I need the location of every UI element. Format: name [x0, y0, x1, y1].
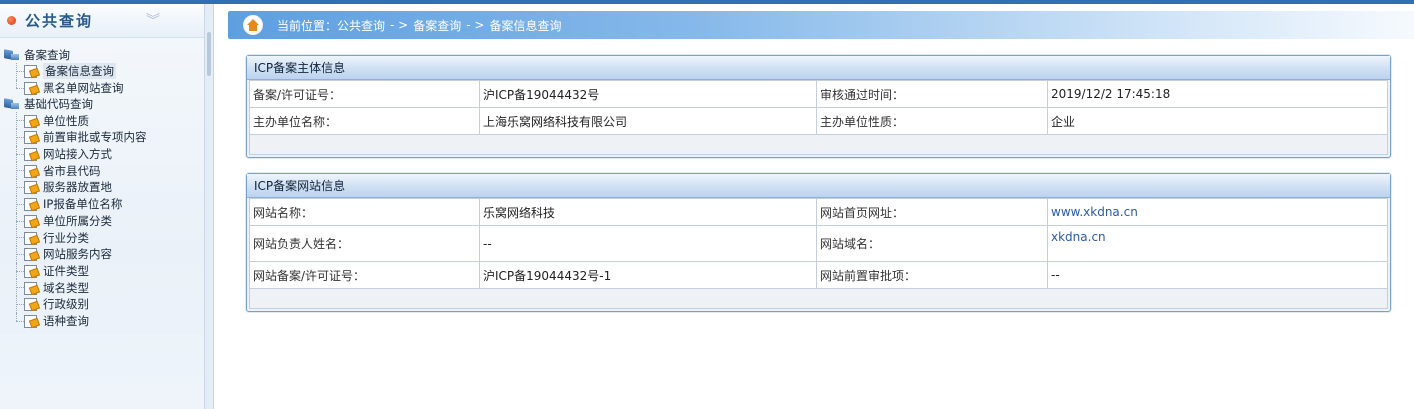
tree-item-domain-type[interactable]: 域名类型	[4, 279, 204, 296]
icp-subject-panel: ICP备案主体信息 备案/许可证号： 沪ICP备19044432号 审核通过时间…	[246, 55, 1391, 158]
site-owner-label: 网站负责人姓名：	[249, 225, 480, 262]
tree-item-label: 网站服务内容	[43, 247, 112, 262]
approval-time-label: 审核通过时间：	[816, 80, 1048, 108]
tree-item-admin-level[interactable]: 行政级别	[4, 295, 204, 313]
page-edit-icon	[24, 214, 38, 228]
tree-group-label: 基础代码查询	[24, 97, 93, 112]
site-license-label: 网站备案/许可证号：	[249, 261, 480, 289]
table-row: 主办单位名称： 上海乐窝网络科技有限公司 主办单位性质： 企业	[249, 107, 1388, 135]
sidebar-splitter[interactable]	[205, 4, 214, 409]
sponsor-name-label: 主办单位名称：	[249, 107, 480, 135]
record-license-value: 沪ICP备19044432号	[479, 80, 817, 108]
sponsor-nature-value: 企业	[1047, 107, 1388, 135]
breadcrumb-separator: - >	[390, 18, 409, 32]
folder-icon	[4, 98, 20, 110]
tree-item-record-info-query[interactable]: 备案信息查询	[4, 63, 204, 80]
page-edit-icon	[24, 314, 38, 328]
site-name-value: 乐窝网络科技	[479, 198, 817, 226]
tree-item-pre-approval[interactable]: 前置审批或专项内容	[4, 129, 204, 146]
tree-item-label: 备案信息查询	[43, 63, 116, 80]
tree-item-label: 语种查询	[43, 313, 89, 328]
panel-title: ICP备案主体信息	[247, 56, 1390, 80]
sidebar: 公共查询 ︾ 备案查询 备案信息查询 黑名单网站查询 基础代码查询 单位性质 前…	[0, 4, 205, 409]
tree-item-label: 网站接入方式	[43, 147, 112, 162]
tree-item-id-type[interactable]: 证件类型	[4, 262, 204, 280]
homepage-url-label: 网站首页网址：	[816, 198, 1048, 226]
page-edit-icon	[24, 298, 38, 312]
tree-item-service-content[interactable]: 网站服务内容	[4, 245, 204, 263]
tree-item-label: 行政级别	[43, 297, 89, 312]
tree-group-basic-code-query[interactable]: 基础代码查询	[4, 96, 204, 112]
tree-item-label: 服务器放置地	[43, 180, 112, 195]
site-name-label: 网站名称：	[249, 198, 480, 226]
sponsor-nature-label: 主办单位性质：	[816, 107, 1048, 135]
tree-item-ip-unit[interactable]: IP报备单位名称	[4, 195, 204, 213]
page-edit-icon	[24, 198, 38, 212]
collapse-chevron-icon[interactable]: ︾	[144, 12, 162, 30]
subject-info-table: 备案/许可证号： 沪ICP备19044432号 审核通过时间： 2019/12/…	[249, 80, 1388, 135]
page-edit-icon	[24, 281, 38, 295]
panel-title: ICP备案网站信息	[247, 174, 1390, 198]
page-edit-icon	[24, 65, 38, 79]
tree-item-language[interactable]: 语种查询	[4, 312, 204, 330]
pre-approval-value: --	[1047, 261, 1388, 289]
page-edit-icon	[24, 181, 38, 195]
sponsor-name-value: 上海乐窝网络科技有限公司	[479, 107, 817, 135]
panel-footer	[249, 289, 1388, 309]
table-row: 网站负责人姓名： -- 网站域名： xkdna.cn	[249, 225, 1388, 262]
sidebar-header: 公共查询 ︾	[0, 4, 204, 38]
page-edit-icon	[24, 82, 38, 96]
tree-group-record-query[interactable]: 备案查询	[4, 47, 204, 63]
panel-footer	[249, 135, 1388, 155]
homepage-url-link[interactable]: www.xkdna.cn	[1047, 198, 1388, 226]
tree-item-label: 单位所属分类	[43, 213, 112, 228]
table-row: 备案/许可证号： 沪ICP备19044432号 审核通过时间： 2019/12/…	[249, 80, 1388, 108]
site-owner-value: --	[479, 225, 817, 262]
tree-item-region-code[interactable]: 省市县代码	[4, 162, 204, 179]
bullet-icon	[7, 16, 16, 25]
tree-item-label: 证件类型	[43, 263, 89, 278]
page-edit-icon	[24, 114, 38, 128]
breadcrumb-separator: - >	[466, 18, 485, 32]
tree-item-label: 行业分类	[43, 230, 89, 245]
tree-group-label: 备案查询	[24, 48, 70, 62]
tree-item-unit-category[interactable]: 单位所属分类	[4, 212, 204, 230]
breadcrumb-record-query[interactable]: 备案查询	[413, 17, 461, 34]
folder-icon	[4, 49, 20, 61]
site-domain-label: 网站域名：	[816, 225, 1048, 262]
approval-time-value: 2019/12/2 17:45:18	[1047, 80, 1388, 108]
nav-tree: 备案查询 备案信息查询 黑名单网站查询 基础代码查询 单位性质 前置审批或专项内…	[0, 38, 204, 329]
tree-item-unit-nature[interactable]: 单位性质	[4, 112, 204, 129]
tree-item-access-method[interactable]: 网站接入方式	[4, 145, 204, 163]
record-license-label: 备案/许可证号：	[249, 80, 480, 108]
page-edit-icon	[24, 131, 38, 145]
table-row: 网站名称： 乐窝网络科技 网站首页网址： www.xkdna.cn	[249, 198, 1388, 226]
tree-item-label: 省市县代码	[43, 163, 101, 178]
page-edit-icon	[24, 148, 38, 162]
pre-approval-label: 网站前置审批项：	[816, 261, 1048, 289]
site-domain-link[interactable]: xkdna.cn	[1047, 225, 1388, 262]
tree-item-label: 域名类型	[43, 280, 89, 295]
tree-item-blacklist-query[interactable]: 黑名单网站查询	[4, 79, 204, 97]
tree-item-label: 单位性质	[43, 113, 89, 128]
site-license-value: 沪ICP备19044432号-1	[479, 261, 817, 289]
splitter-grip-handle[interactable]	[207, 32, 211, 76]
tree-item-label: IP报备单位名称	[43, 197, 123, 212]
page-edit-icon	[24, 264, 38, 278]
home-icon[interactable]	[243, 15, 263, 35]
tree-item-industry[interactable]: 行业分类	[4, 229, 204, 246]
website-info-table: 网站名称： 乐窝网络科技 网站首页网址： www.xkdna.cn 网站负责人姓…	[249, 198, 1388, 289]
page-edit-icon	[24, 164, 38, 178]
breadcrumb: 当前位置：公共查询 - > 备案查询 - > 备案信息查询	[228, 11, 1414, 39]
tree-item-server-location[interactable]: 服务器放置地	[4, 179, 204, 196]
breadcrumb-record-info-query[interactable]: 备案信息查询	[489, 17, 561, 34]
tree-item-label: 前置审批或专项内容	[43, 130, 147, 145]
icp-website-panel: ICP备案网站信息 网站名称： 乐窝网络科技 网站首页网址： www.xkdna…	[246, 173, 1391, 312]
page-edit-icon	[24, 248, 38, 262]
sidebar-title: 公共查询	[25, 12, 94, 30]
tree-item-label: 黑名单网站查询	[43, 81, 124, 96]
table-row: 网站备案/许可证号： 沪ICP备19044432号-1 网站前置审批项： --	[249, 261, 1388, 289]
breadcrumb-prefix: 当前位置：公共查询	[277, 18, 386, 33]
page-edit-icon	[24, 231, 38, 245]
